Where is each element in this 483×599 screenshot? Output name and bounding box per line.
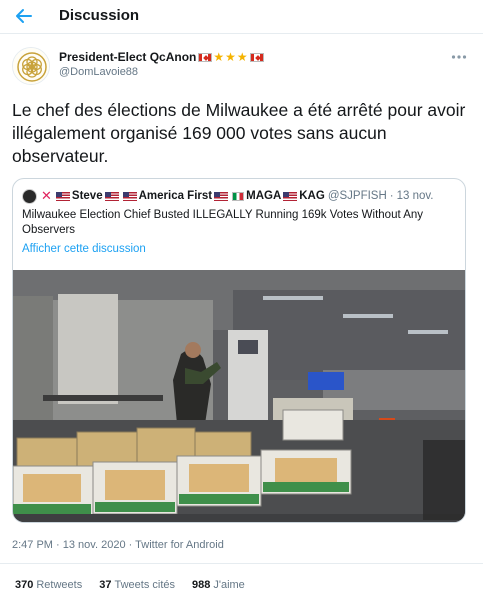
author-name-text: President-Elect QcAnon (59, 50, 197, 64)
canada-flag-icon (198, 52, 213, 62)
tweet-source[interactable]: Twitter for Android (135, 539, 224, 551)
us-flag-icon (283, 191, 298, 201)
tweet-time[interactable]: 2:47 PM (12, 539, 53, 551)
top-bar: Discussion (0, 0, 483, 34)
separator: · (56, 539, 60, 551)
tweet-stats: 370 Retweets 37 Tweets cités 988 J'aime (15, 579, 245, 591)
canada-flag-icon (249, 52, 264, 62)
author-name[interactable]: President-Elect QcAnon ★ ★ ★ (59, 50, 264, 64)
quote-date: 13 nov. (396, 190, 434, 202)
divider (0, 563, 483, 564)
quoted-tweet-header: ✕ Steve America First MAGA KAG @SJPFISH … (22, 188, 434, 204)
retweets-stat[interactable]: 370 Retweets (15, 579, 82, 591)
star-icon: ★ (225, 50, 236, 64)
quote-name-part: Steve (71, 190, 103, 202)
retweets-label: Retweets (36, 579, 83, 591)
quotes-label: Tweets cités (114, 579, 175, 591)
tweet-text: Le chef des élections de Milwaukee a été… (12, 100, 466, 166)
quoted-tweet[interactable]: ✕ Steve America First MAGA KAG @SJPFISH … (12, 178, 466, 523)
arrow-left-icon[interactable] (14, 6, 36, 26)
us-flag-icon (104, 191, 119, 201)
tweet-date[interactable]: 13 nov. 2020 (63, 539, 126, 551)
separator: · (389, 190, 394, 202)
star-icon: ★ (213, 50, 225, 64)
us-flag-icon (55, 191, 70, 201)
italy-flag-icon (232, 191, 245, 201)
show-thread-link[interactable]: Afficher cette discussion (22, 243, 146, 255)
video-player[interactable] (13, 270, 465, 522)
quote-handle: @SJPFISH (327, 190, 387, 202)
likes-stat[interactable]: 988 J'aime (192, 579, 245, 591)
retweets-count: 370 (15, 579, 34, 591)
likes-count: 988 (192, 579, 211, 591)
separator: · (128, 539, 133, 551)
avatar[interactable] (12, 47, 50, 85)
us-flag-icon (122, 191, 137, 201)
page-title: Discussion (59, 7, 140, 24)
quotes-stat[interactable]: 37 Tweets cités (99, 579, 175, 591)
us-flag-icon (214, 191, 229, 201)
quote-name-part: America First (138, 190, 213, 202)
quotes-count: 37 (99, 579, 112, 591)
quoted-tweet-text: Milwaukee Election Chief Busted ILLEGALL… (22, 209, 424, 236)
avatar (22, 188, 37, 204)
tweet-meta: 2:47 PM · 13 nov. 2020 · Twitter for And… (12, 539, 224, 551)
likes-label: J'aime (213, 579, 245, 591)
quote-name-part: MAGA (246, 190, 282, 202)
author-handle[interactable]: @DomLavoie88 (59, 66, 138, 78)
red-x-icon: ✕ (41, 188, 52, 203)
quote-name-part: KAG (299, 190, 325, 202)
more-options-icon[interactable] (451, 47, 467, 63)
star-icon: ★ (236, 50, 248, 64)
